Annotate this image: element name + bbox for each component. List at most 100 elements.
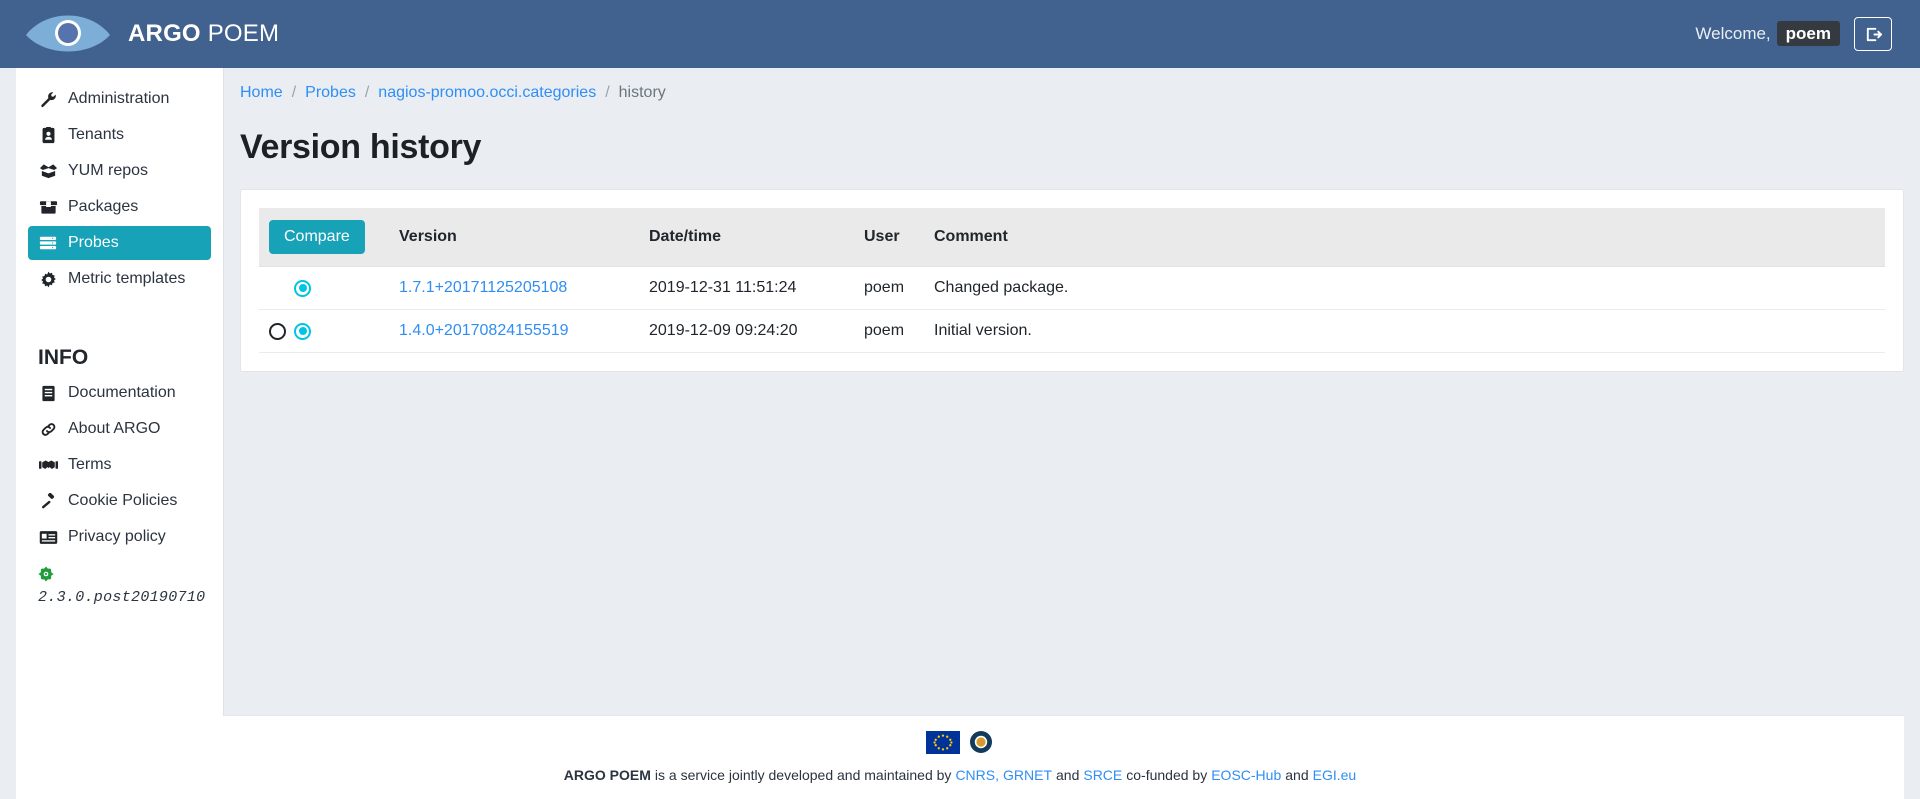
id-badge-icon xyxy=(38,126,58,144)
compare-radio-left[interactable] xyxy=(269,322,286,340)
gavel-icon xyxy=(38,492,58,510)
sidebar-item-label: Privacy policy xyxy=(68,528,166,545)
sidebar-item-terms[interactable]: Terms xyxy=(28,448,211,482)
footer-brand: ARGO POEM xyxy=(563,767,651,783)
column-header-user: User xyxy=(854,208,924,267)
sidebar-item-label: Probes xyxy=(68,234,119,251)
row-datetime-cell: 2019-12-31 11:51:24 xyxy=(639,266,854,310)
link-icon xyxy=(38,421,58,438)
compare-button[interactable]: Compare xyxy=(269,220,365,254)
breadcrumb: Home / Probes / nagios-promoo.occi.categ… xyxy=(224,68,1904,102)
sidebar: Administration Tenants YUM repos Package… xyxy=(16,68,224,716)
page-footer: ARGO POEM is a service jointly developed… xyxy=(16,715,1904,799)
footer-link-eosc-hub[interactable]: EOSC-Hub xyxy=(1211,767,1281,783)
footer-text-3: co-funded by xyxy=(1126,767,1208,783)
sidebar-item-label: Terms xyxy=(68,456,112,473)
sidebar-info-nav: Documentation About ARGO Terms Cookie Po… xyxy=(28,376,211,556)
breadcrumb-item-home[interactable]: Home xyxy=(240,84,283,102)
row-version-cell: 1.4.0+20170824155519 xyxy=(389,309,639,353)
breadcrumb-item-history: history xyxy=(618,84,666,101)
argo-eye-logo-icon xyxy=(24,11,112,57)
version-link[interactable]: 1.4.0+20170824155519 xyxy=(399,322,569,339)
cog-icon xyxy=(38,271,58,288)
app-version: 2.3.0.post20190710 xyxy=(38,589,206,606)
footer-text-4: and xyxy=(1285,767,1309,783)
navbar-right: Welcome, poem xyxy=(1695,17,1892,51)
footer-text-1: is a service jointly developed and maint… xyxy=(654,767,952,783)
version-link[interactable]: 1.7.1+20171125205108 xyxy=(399,279,567,296)
sidebar-item-probes[interactable]: Probes xyxy=(28,226,211,260)
brand-bold: ARGO xyxy=(128,20,201,47)
row-datetime-cell: 2019-12-09 09:24:20 xyxy=(639,309,854,353)
brand-title: ARGO POEM xyxy=(128,20,279,48)
body-wrapper: Administration Tenants YUM repos Package… xyxy=(0,68,1920,716)
compare-radio-right[interactable] xyxy=(294,279,311,297)
footer-text: ARGO POEM is a service jointly developed… xyxy=(16,767,1904,783)
sidebar-item-yum-repos[interactable]: YUM repos xyxy=(28,154,211,188)
compare-column-header: Compare xyxy=(259,208,389,267)
breadcrumb-item-probe-name[interactable]: nagios-promoo.occi.categories xyxy=(378,84,596,102)
history-card: Compare Version Date/time User Comment 1… xyxy=(240,189,1904,372)
sidebar-item-metric-templates[interactable]: Metric templates xyxy=(28,262,211,296)
sidebar-item-tenants[interactable]: Tenants xyxy=(28,118,211,152)
radio-group xyxy=(269,322,379,340)
wrench-icon xyxy=(38,91,58,108)
sidebar-nav: Administration Tenants YUM repos Package… xyxy=(28,82,211,298)
footer-link-cnrs[interactable]: CNRS, xyxy=(955,767,999,783)
sidebar-item-label: YUM repos xyxy=(68,162,149,179)
column-header-version: Version xyxy=(389,208,639,267)
footer-link-grnet[interactable]: GRNET xyxy=(1003,767,1052,783)
sidebar-item-about-argo[interactable]: About ARGO xyxy=(28,412,211,446)
row-compare-cell xyxy=(259,266,389,310)
sidebar-item-label: Documentation xyxy=(68,384,176,401)
sidebar-item-administration[interactable]: Administration xyxy=(28,82,211,116)
username-chip: poem xyxy=(1776,21,1840,46)
top-navbar: ARGO POEM Welcome, poem xyxy=(0,0,1920,68)
footer-link-egi-eu[interactable]: EGI.eu xyxy=(1313,767,1357,783)
column-header-datetime: Date/time xyxy=(639,208,854,267)
info-section-title: INFO xyxy=(38,346,89,369)
book-icon xyxy=(38,385,58,402)
logout-button[interactable] xyxy=(1854,17,1892,51)
footer-link-srce[interactable]: SRCE xyxy=(1083,767,1122,783)
brand-light xyxy=(201,20,208,47)
sidebar-item-label: Packages xyxy=(68,198,139,215)
table-header-row: Compare Version Date/time User Comment xyxy=(259,208,1885,267)
app-root: ARGO POEM Welcome, poem Administration T… xyxy=(0,0,1920,799)
table-row: 1.7.1+20171125205108 2019-12-31 11:51:24… xyxy=(259,266,1885,310)
row-comment-cell: Changed package. xyxy=(924,266,1885,310)
table-body: 1.7.1+20171125205108 2019-12-31 11:51:24… xyxy=(259,266,1885,353)
sidebar-item-label: About ARGO xyxy=(68,420,161,437)
table-head: Compare Version Date/time User Comment xyxy=(259,208,1885,267)
row-user-cell: poem xyxy=(854,266,924,310)
sidebar-item-privacy-policy[interactable]: Privacy policy xyxy=(28,520,211,554)
row-user-cell: poem xyxy=(854,309,924,353)
eosc-logo-icon xyxy=(968,730,994,759)
breadcrumb-separator: / xyxy=(291,84,297,101)
sidebar-item-label: Administration xyxy=(68,90,170,107)
column-header-comment: Comment xyxy=(924,208,1885,267)
eu-flag-logo-icon xyxy=(926,730,960,759)
breadcrumb-separator: / xyxy=(364,84,370,101)
welcome-label: Welcome, xyxy=(1695,24,1771,43)
radio-group xyxy=(269,279,379,297)
sidebar-item-packages[interactable]: Packages xyxy=(28,190,211,224)
footer-text-2: and xyxy=(1056,767,1080,783)
sidebar-item-label: Tenants xyxy=(68,126,125,143)
sidebar-item-cookie-policies[interactable]: Cookie Policies xyxy=(28,484,211,518)
compare-radio-right[interactable] xyxy=(294,322,311,340)
sidebar-item-documentation[interactable]: Documentation xyxy=(28,376,211,410)
table-row: 1.4.0+20170824155519 2019-12-09 09:24:20… xyxy=(259,309,1885,353)
row-comment-cell: Initial version. xyxy=(924,309,1885,353)
breadcrumb-item-probes[interactable]: Probes xyxy=(305,84,356,102)
address-card-icon xyxy=(38,530,58,545)
version-history-table: Compare Version Date/time User Comment 1… xyxy=(259,208,1885,353)
box-open-icon xyxy=(38,163,58,179)
box-icon xyxy=(38,199,58,215)
footer-logos xyxy=(16,730,1904,759)
brand[interactable]: ARGO POEM xyxy=(0,11,279,57)
welcome-text: Welcome, poem xyxy=(1695,21,1840,46)
main-content: Home / Probes / nagios-promoo.occi.categ… xyxy=(224,68,1920,715)
sidebar-item-label: Metric templates xyxy=(68,270,186,287)
